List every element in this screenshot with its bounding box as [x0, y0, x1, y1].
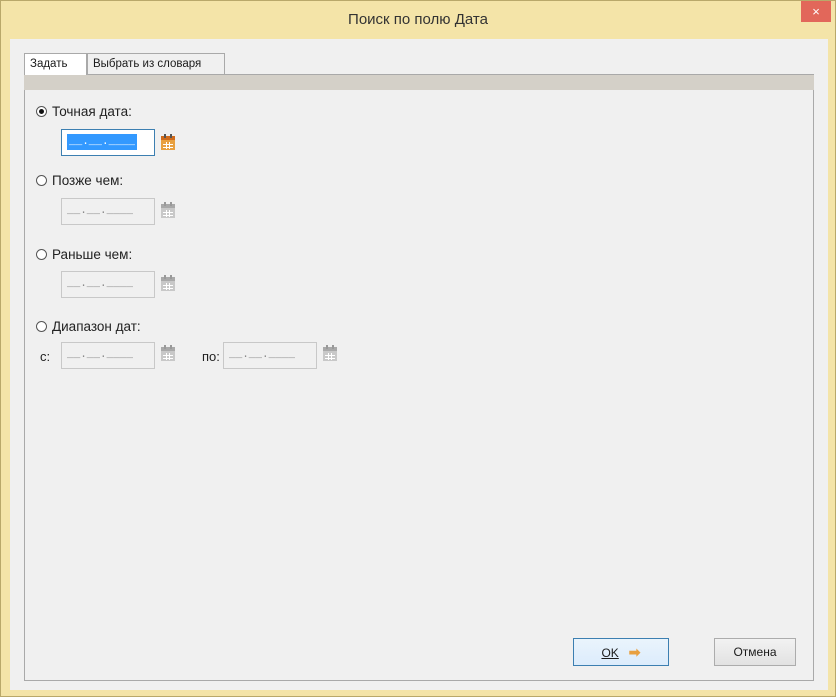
range-from-value: __.__.____ [67, 349, 134, 361]
arrow-right-icon: ➡ [628, 644, 641, 660]
ok-label: OK [601, 646, 619, 660]
range-from-input[interactable]: __.__.____ [61, 342, 155, 369]
tab-choose-from-dictionary[interactable]: Выбрать из словаря [87, 53, 225, 75]
tab-set[interactable]: Задать [24, 53, 87, 75]
range-to-input[interactable]: __.__.____ [223, 342, 317, 369]
date-range-radio[interactable] [36, 320, 47, 332]
after-date-value: __.__.____ [67, 205, 134, 217]
calendar-icon[interactable] [161, 202, 175, 218]
before-date-value: __.__.____ [67, 278, 134, 290]
range-to-value: __.__.____ [229, 349, 296, 361]
before-date-option[interactable]: Раньше чем: [36, 245, 132, 263]
after-date-label: Позже чем: [52, 172, 124, 188]
cancel-label: Отмена [733, 645, 777, 659]
tab-panel: Точная дата: __.__.____ Позже чем: __.__… [24, 90, 814, 681]
dialog-client: Задать Выбрать из словаря Точная дата: _… [10, 39, 828, 690]
cancel-button[interactable]: Отмена [714, 638, 796, 666]
calendar-icon[interactable] [161, 275, 175, 291]
window-title: Поиск по полю Дата [348, 11, 488, 28]
after-date-option[interactable]: Позже чем: [36, 171, 123, 189]
after-date-radio[interactable] [36, 174, 47, 186]
after-date-input[interactable]: __.__.____ [61, 198, 155, 225]
before-date-radio[interactable] [36, 248, 47, 260]
ok-button[interactable]: OK ➡ [573, 638, 669, 666]
dialog-window: Поиск по полю Дата × Задать Выбрать из с… [0, 0, 836, 697]
before-date-label: Раньше чем: [52, 246, 133, 262]
calendar-icon[interactable] [323, 345, 337, 361]
tab-dictionary-label: Выбрать из словаря [93, 58, 202, 70]
before-date-input[interactable]: __.__.____ [61, 271, 155, 298]
close-icon: × [812, 4, 820, 19]
exact-date-value: __.__.____ [67, 134, 138, 150]
calendar-icon[interactable] [161, 345, 175, 361]
tab-header-band [24, 74, 814, 91]
calendar-icon[interactable] [161, 134, 175, 150]
range-to-label: по: [202, 349, 220, 364]
range-from-label: с: [40, 349, 51, 364]
exact-date-option[interactable]: Точная дата: [36, 102, 132, 120]
date-range-label: Диапазон дат: [52, 318, 141, 334]
date-range-option[interactable]: Диапазон дат: [36, 317, 141, 335]
close-button[interactable]: × [801, 1, 831, 22]
tab-set-label: Задать [30, 58, 68, 70]
exact-date-input[interactable]: __.__.____ [61, 129, 155, 156]
exact-date-radio[interactable] [36, 105, 47, 117]
title-bar[interactable]: Поиск по полю Дата × [1, 1, 835, 39]
exact-date-label: Точная дата: [52, 103, 132, 119]
